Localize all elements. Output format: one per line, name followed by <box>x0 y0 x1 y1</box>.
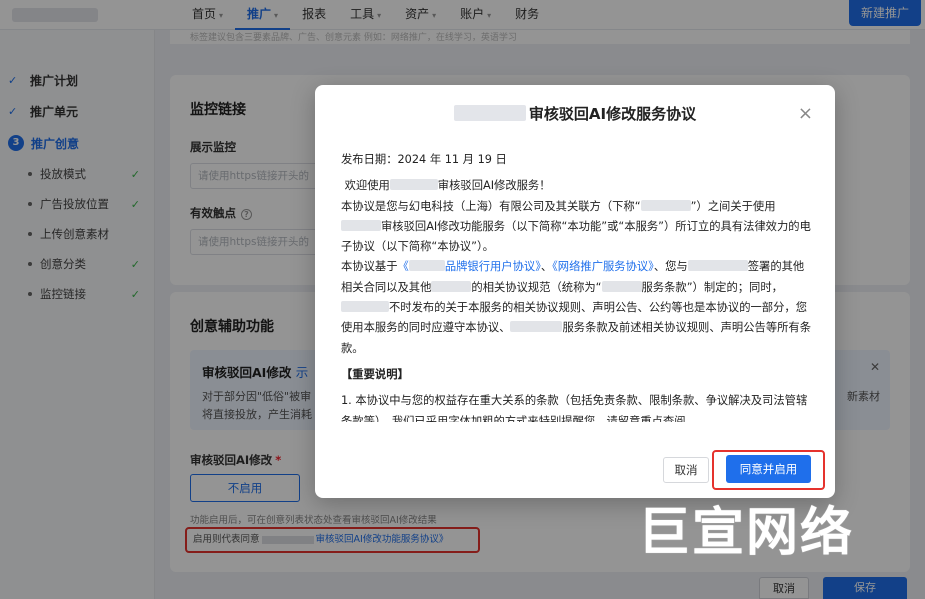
dialog-title: 审核驳回AI修改服务协议 <box>315 103 835 124</box>
agreement-paragraph: 1. 本协议中与您的权益存在重大关系的条款（包括免责条款、限制条款、争议解决及司… <box>341 394 808 422</box>
agreement-text[interactable]: 发布日期：2024 年 11 月 19 日 欢迎使用 审核驳回AI修改服务！ 本协… <box>341 150 811 422</box>
redacted-text <box>640 199 691 211</box>
agreement-link[interactable]: 《 <box>398 260 409 273</box>
close-icon[interactable]: × <box>798 105 813 123</box>
text: 审核驳回AI修改服务！ <box>437 179 551 193</box>
redacted-text <box>341 219 381 231</box>
agreement-paragraph: 本协议是您与幻电科技（上海）有限公司及其关联方（下称“ ”）之间关于使用审核驳回A… <box>341 197 811 258</box>
redacted-text <box>341 301 389 313</box>
redacted-text <box>431 280 472 292</box>
redacted-text <box>687 260 748 272</box>
text: 审核驳回AI修改功能服务（以下简称“本功能”或“本服务”）所订立的具有法律效力的… <box>341 219 811 254</box>
highlight-box <box>712 450 825 490</box>
text: ”）之间关于使用 <box>690 199 776 213</box>
redacted-text <box>389 179 438 191</box>
dialog-title-text: 审核驳回AI修改服务协议 <box>528 105 697 123</box>
publish-date: 发布日期：2024 年 11 月 19 日 <box>341 153 507 166</box>
agreement-paragraph: 本协议基于《 品牌银行用户协议》、《网络推广服务协议》、您与 签署的其他相关合同以及… <box>341 257 811 358</box>
text: 服务条款”）制定的；同时， <box>641 280 783 294</box>
text: 、 <box>540 260 553 274</box>
watermark-text: 巨宣网络 <box>638 503 855 563</box>
text: 本协议基于 <box>341 260 398 274</box>
section-heading: 【重要说明】 <box>341 367 409 381</box>
agreement-dialog: 审核驳回AI修改服务协议 × 发布日期：2024 年 11 月 19 日 欢迎使… <box>315 85 835 498</box>
agreement-link[interactable]: 品牌银行用户协议》 <box>445 260 541 273</box>
text: 的相关协议规范（统称为“ <box>471 280 602 294</box>
welcome-line: 欢迎使用 审核驳回AI修改服务！ <box>341 176 811 196</box>
agreement-link[interactable]: 《网络推广服务协议》 <box>552 260 654 273</box>
text: 、您与 <box>653 260 688 274</box>
redacted-text <box>601 280 642 292</box>
cancel-button[interactable]: 取消 <box>663 457 709 483</box>
redacted-text <box>408 260 445 272</box>
redacted-text <box>453 105 526 121</box>
text: 本协议是您与幻电科技（上海）有限公司及其关联方（下称“ <box>341 199 641 213</box>
redacted-text <box>510 321 563 333</box>
text: 欢迎使用 <box>344 179 390 193</box>
